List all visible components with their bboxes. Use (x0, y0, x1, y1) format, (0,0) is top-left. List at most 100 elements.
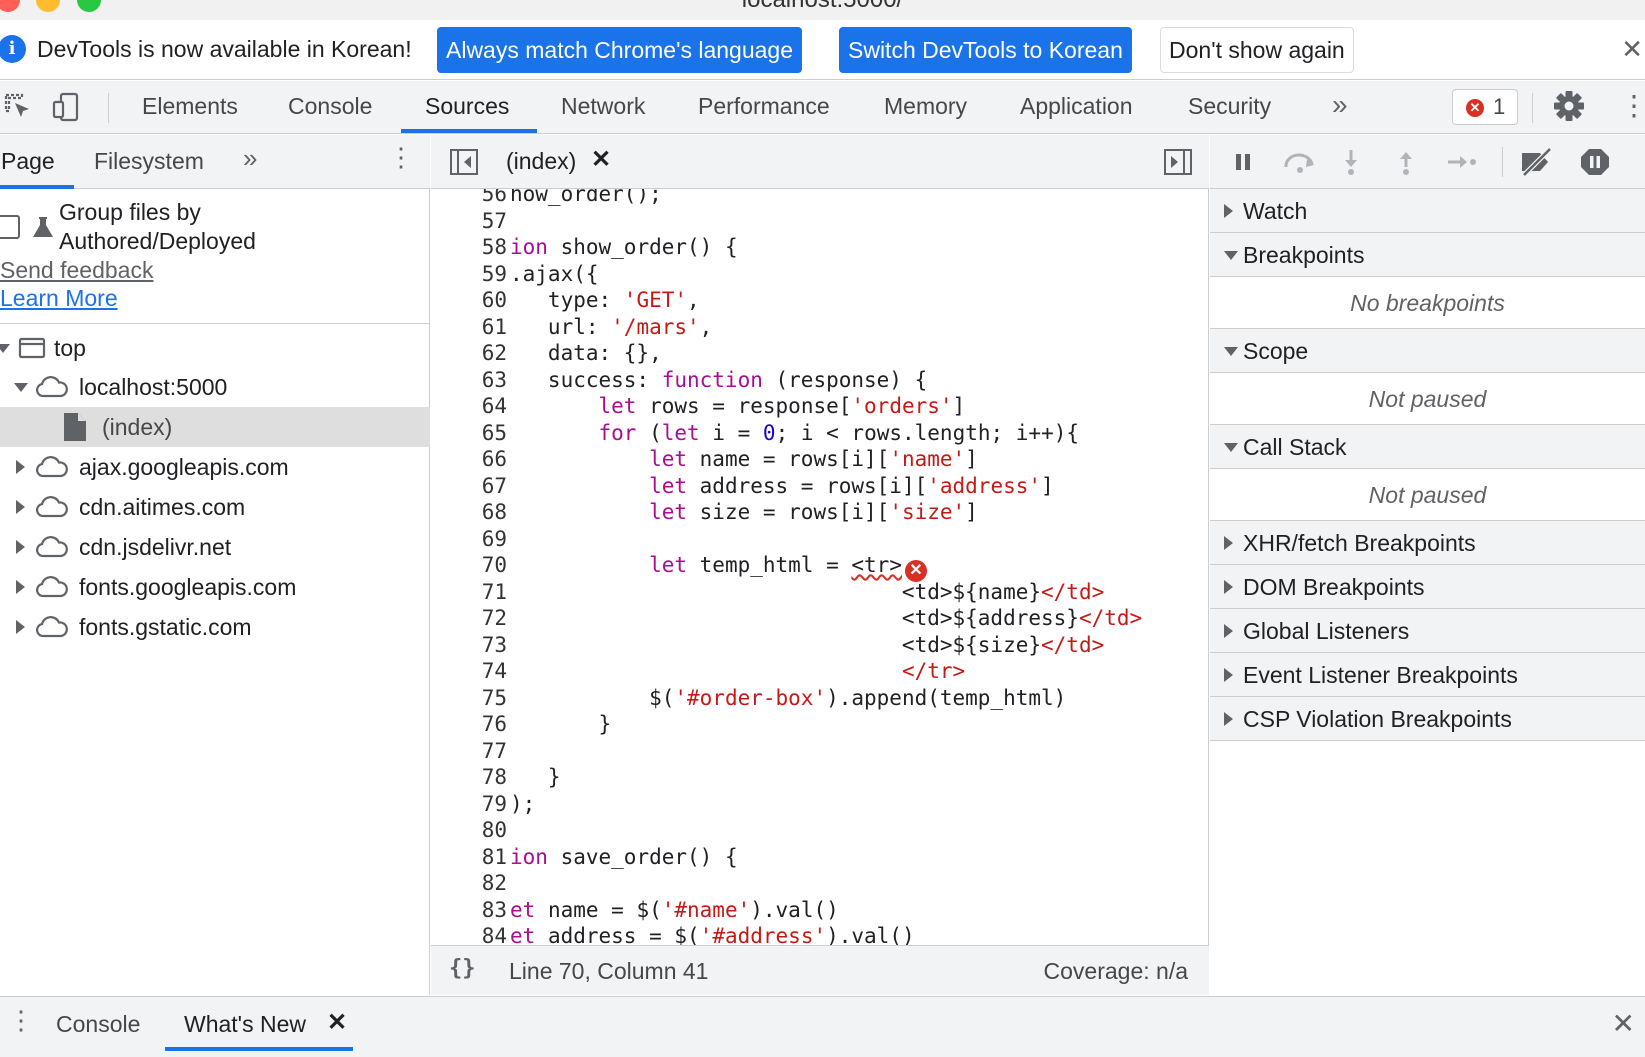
line-number[interactable]: 60 (431, 287, 507, 314)
code-line[interactable]: 70 let temp_html = <tr> ✕ (431, 552, 1142, 582)
toggle-debugger-icon[interactable] (1163, 148, 1193, 176)
line-number[interactable]: 57 (431, 208, 507, 235)
pane-dom-breakpoints[interactable]: DOM Breakpoints (1210, 565, 1645, 609)
line-number[interactable]: 82 (431, 870, 507, 897)
switch-to-korean-button[interactable]: Switch DevTools to Korean (839, 27, 1132, 73)
line-number[interactable]: 62 (431, 340, 507, 367)
tab-application[interactable]: Application (1020, 93, 1133, 120)
more-options-icon[interactable]: ⋮ (8, 1005, 34, 1036)
line-number[interactable]: 83 (431, 897, 507, 924)
code-line[interactable]: 74 </tr> (431, 658, 1142, 685)
step-icon[interactable] (1446, 147, 1478, 177)
pane-csp-violation-breakpoints[interactable]: CSP Violation Breakpoints (1210, 697, 1645, 741)
line-number[interactable]: 63 (431, 367, 507, 394)
code-line[interactable]: 79); (431, 791, 1142, 818)
code-line[interactable]: 61 url: '/mars', (431, 314, 1142, 341)
close-tab-icon[interactable]: ✕ (591, 145, 611, 174)
code-area[interactable]: 56 how_order(); 57 58 ion show_order() {59 .a… (431, 189, 1209, 945)
line-number[interactable]: 84 (431, 923, 507, 945)
tab-security[interactable]: Security (1188, 93, 1271, 120)
tab-page[interactable]: Page (1, 148, 55, 175)
line-number[interactable]: 71 (431, 579, 507, 606)
tab-memory[interactable]: Memory (884, 93, 967, 120)
line-number[interactable]: 66 (431, 446, 507, 473)
pause-icon[interactable] (1228, 147, 1258, 177)
pane-xhr-breakpoints[interactable]: XHR/fetch Breakpoints (1210, 521, 1645, 565)
toggle-navigator-icon[interactable] (449, 148, 479, 176)
close-drawer-icon[interactable]: ✕ (1612, 1007, 1635, 1040)
step-out-icon[interactable] (1391, 147, 1421, 177)
tree-item-fonts-googleapis[interactable]: fonts.googleapis.com (0, 567, 430, 607)
code-line[interactable]: 62 data: {}, (431, 340, 1142, 367)
pane-breakpoints[interactable]: Breakpoints (1210, 233, 1645, 277)
code-line[interactable]: 64 let rows = response['orders'] (431, 393, 1142, 420)
line-number[interactable]: 56 (431, 189, 507, 208)
tab-elements[interactable]: Elements (142, 93, 238, 120)
file-tab-index[interactable]: (index) (506, 148, 576, 175)
tree-item-localhost[interactable]: localhost:5000 (0, 367, 430, 407)
code-line[interactable]: 75 $('#order-box').append(temp_html) (431, 685, 1142, 712)
pane-call-stack[interactable]: Call Stack (1210, 425, 1645, 469)
code-line[interactable]: 76 } (431, 711, 1142, 738)
pane-event-listener-breakpoints[interactable]: Event Listener Breakpoints (1210, 653, 1645, 697)
pane-global-listeners[interactable]: Global Listeners (1210, 609, 1645, 653)
tree-item-fonts-gstatic[interactable]: fonts.gstatic.com (0, 607, 430, 647)
line-number[interactable]: 78 (431, 764, 507, 791)
tree-item-index[interactable]: (index) (0, 407, 430, 447)
drawer-tab-console[interactable]: Console (56, 1011, 140, 1038)
pane-watch[interactable]: Watch (1210, 189, 1645, 233)
code-line[interactable]: 59 .ajax({ (431, 261, 1142, 288)
pause-on-exceptions-icon[interactable] (1579, 147, 1611, 177)
pane-scope[interactable]: Scope (1210, 329, 1645, 373)
line-number[interactable]: 73 (431, 632, 507, 659)
tree-item-ajax-googleapis[interactable]: ajax.googleapis.com (0, 447, 430, 487)
line-number[interactable]: 74 (431, 658, 507, 685)
line-number[interactable]: 58 (431, 234, 507, 261)
tab-filesystem[interactable]: Filesystem (94, 148, 204, 175)
code-line[interactable]: 56 how_order(); (431, 189, 1142, 208)
dont-show-again-button[interactable]: Don't show again (1160, 27, 1354, 73)
line-number[interactable]: 69 (431, 526, 507, 553)
expand-arrow-icon[interactable] (14, 383, 28, 392)
code-line[interactable]: 69 (431, 526, 1142, 553)
code-line[interactable]: 60 type: 'GET', (431, 287, 1142, 314)
expand-arrow-icon[interactable] (16, 620, 25, 634)
line-number[interactable]: 75 (431, 685, 507, 712)
more-options-icon[interactable]: ⋮ (1620, 89, 1645, 123)
more-tabs-icon[interactable]: » (243, 143, 257, 174)
device-toolbar-icon[interactable] (51, 91, 83, 123)
group-files-checkbox[interactable] (0, 215, 20, 239)
code-line[interactable]: 73 <td>${size}</td> (431, 632, 1142, 659)
gear-icon[interactable] (1552, 89, 1586, 123)
code-line[interactable]: 78 } (431, 764, 1142, 791)
code-line[interactable]: 63 success: function (response) { (431, 367, 1142, 394)
code-line[interactable]: 65 for (let i = 0; i < rows.length; i++)… (431, 420, 1142, 447)
always-match-language-button[interactable]: Always match Chrome's language (437, 27, 802, 73)
close-tab-icon[interactable]: ✕ (327, 1008, 347, 1037)
more-tabs-icon[interactable]: » (1332, 89, 1348, 121)
expand-arrow-icon[interactable] (16, 580, 25, 594)
inspect-element-icon[interactable] (2, 91, 34, 123)
code-line[interactable]: 80 (431, 817, 1142, 844)
close-icon[interactable]: ✕ (1621, 34, 1643, 65)
line-number[interactable]: 68 (431, 499, 507, 526)
tree-item-cdn-jsdelivr[interactable]: cdn.jsdelivr.net (0, 527, 430, 567)
learn-more-link[interactable]: Learn More (0, 285, 118, 312)
expand-arrow-icon[interactable] (16, 500, 25, 514)
line-number[interactable]: 80 (431, 817, 507, 844)
step-over-icon[interactable] (1282, 147, 1318, 177)
code-line[interactable]: 58 ion show_order() { (431, 234, 1142, 261)
code-line[interactable]: 81 ion save_order() { (431, 844, 1142, 871)
code-line[interactable]: 83 et name = $('#name').val() (431, 897, 1142, 924)
code-line[interactable]: 77 (431, 738, 1142, 765)
line-number[interactable]: 65 (431, 420, 507, 447)
more-options-icon[interactable]: ⋮ (388, 142, 414, 173)
deactivate-breakpoints-icon[interactable] (1518, 147, 1554, 177)
step-into-icon[interactable] (1336, 147, 1366, 177)
line-number[interactable]: 76 (431, 711, 507, 738)
tab-network[interactable]: Network (561, 93, 645, 120)
expand-arrow-icon[interactable] (16, 540, 25, 554)
tree-item-cdn-aitimes[interactable]: cdn.aitimes.com (0, 487, 430, 527)
code-line[interactable]: 66 let name = rows[i]['name'] (431, 446, 1142, 473)
code-line[interactable]: 84 et address = $('#address').val() (431, 923, 1142, 945)
